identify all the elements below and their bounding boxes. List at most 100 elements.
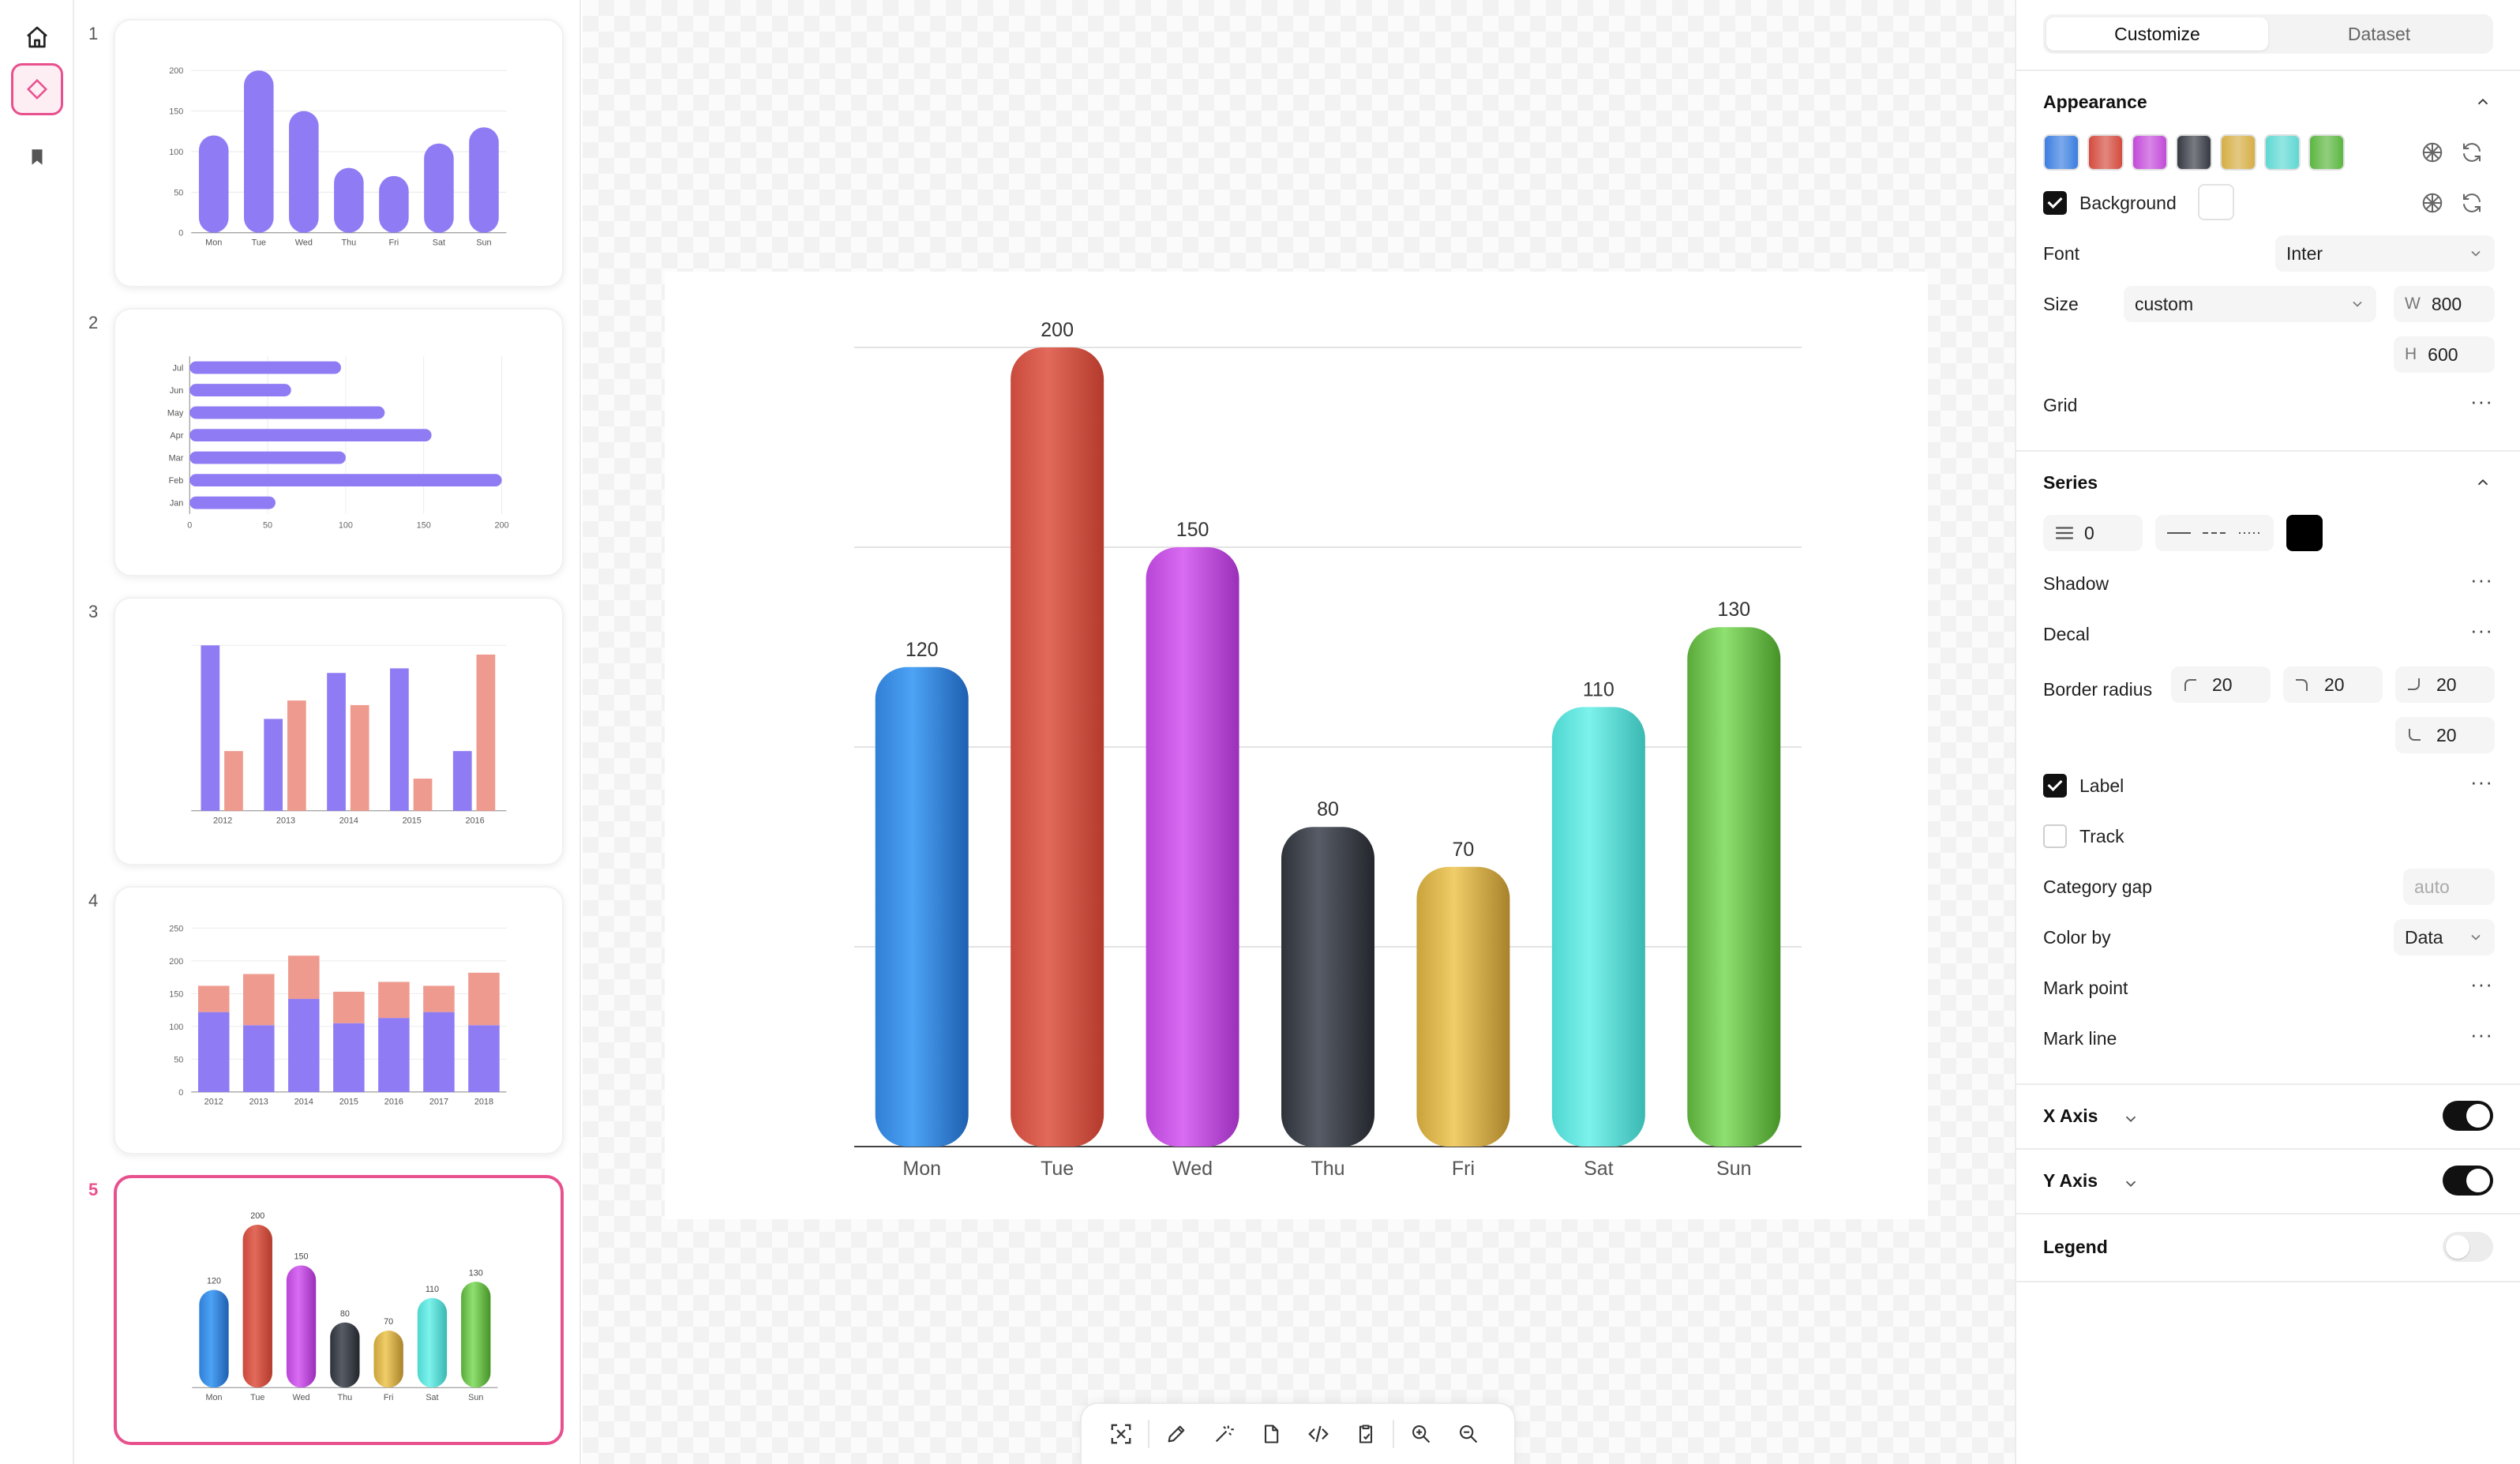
dashed-line-icon[interactable] bbox=[2202, 531, 2226, 535]
bar bbox=[189, 384, 291, 396]
x-tick-label: Tue bbox=[252, 238, 266, 248]
shadow-more-icon[interactable]: ··· bbox=[2470, 569, 2493, 590]
width-prefix: W bbox=[2405, 295, 2421, 313]
y-tick-label: 0 bbox=[178, 1088, 183, 1098]
pen-icon[interactable] bbox=[1153, 1412, 1200, 1456]
background-color-swatch[interactable] bbox=[2198, 184, 2234, 220]
y-axis-toggle[interactable] bbox=[2443, 1166, 2493, 1196]
thumbnail-3[interactable]: 2012 2013 2014 2015 2016 bbox=[114, 597, 564, 865]
mark-point-more-icon[interactable]: ··· bbox=[2470, 974, 2493, 994]
chart-thumbnail-list: 1 0 50 100 150 200 Mon Tue Wed Thu Fri Sat Sun 2 05… bbox=[76, 0, 581, 1464]
bar-series-a bbox=[201, 645, 220, 811]
size-select[interactable]: custom bbox=[2124, 286, 2376, 322]
width-input[interactable]: W 800 bbox=[2394, 286, 2495, 322]
height-input[interactable]: H 600 bbox=[2394, 336, 2495, 373]
bar bbox=[379, 175, 409, 233]
refresh-icon[interactable] bbox=[2458, 139, 2485, 166]
y-tick-label: 150 bbox=[169, 107, 183, 117]
thumbnail-4[interactable]: 0 50 100 150 200 250 2012 2013 2014 2015 2016 2017 2… bbox=[114, 886, 564, 1154]
x-axis-toggle[interactable] bbox=[2443, 1101, 2493, 1131]
tab-customize[interactable]: Customize bbox=[2046, 17, 2268, 51]
bar-bottom-segment bbox=[423, 1012, 455, 1092]
category-gap-input[interactable]: auto bbox=[2403, 869, 2495, 905]
radius-bottom-right-input[interactable]: 20 bbox=[2395, 666, 2495, 703]
color-swatch[interactable] bbox=[2220, 134, 2256, 171]
height-value: 600 bbox=[2428, 343, 2458, 365]
bar-bottom-segment bbox=[243, 1025, 275, 1092]
x-tick-label: Sat bbox=[426, 1393, 438, 1402]
bar-series-a bbox=[327, 673, 346, 811]
color-swatch[interactable] bbox=[2308, 134, 2345, 171]
left-rail bbox=[0, 0, 74, 1464]
home-icon[interactable] bbox=[11, 11, 63, 63]
legend-toggle[interactable] bbox=[2443, 1232, 2493, 1262]
chevron-down-icon[interactable] bbox=[2122, 1110, 2139, 1128]
line-width-input[interactable]: 0 bbox=[2043, 515, 2143, 551]
color-swatch[interactable] bbox=[2043, 134, 2079, 171]
solid-line-icon[interactable] bbox=[2167, 531, 2192, 535]
bar bbox=[199, 1289, 229, 1388]
zoom-out-icon[interactable] bbox=[1445, 1412, 1492, 1456]
label-more-icon[interactable]: ··· bbox=[2470, 771, 2493, 792]
label-checkbox[interactable] bbox=[2043, 774, 2067, 798]
radius-top-left-input[interactable]: 20 bbox=[2171, 666, 2271, 703]
x-axis-section-title[interactable]: X Axis bbox=[2043, 1106, 2098, 1127]
decal-more-icon[interactable]: ··· bbox=[2470, 620, 2493, 640]
radius-top-right-input[interactable]: 20 bbox=[2283, 666, 2383, 703]
tab-dataset[interactable]: Dataset bbox=[2268, 17, 2490, 51]
chart-card[interactable]: 120 Mon 200 Tue 150 Wed 80 Thu 70 Fri 110 Sat 130 Sun bbox=[665, 272, 1928, 1219]
bar-data-label: 150 bbox=[294, 1252, 309, 1262]
x-tick-label: Sun bbox=[1716, 1158, 1751, 1180]
color-swatch[interactable] bbox=[2264, 134, 2301, 171]
color-by-select[interactable]: Data bbox=[2394, 919, 2495, 955]
radius-bottom-left-input[interactable]: 20 bbox=[2395, 717, 2495, 753]
bottom-toolbar bbox=[1080, 1402, 1516, 1464]
magic-wand-icon[interactable] bbox=[1200, 1412, 1247, 1456]
y-tick-label: May bbox=[167, 409, 184, 419]
file-icon[interactable] bbox=[1247, 1412, 1295, 1456]
thumbnail-5[interactable]: 120 Mon 200 Tue 150 Wed 80 Thu 70 Fri 110 Sat 130 Sun bbox=[114, 1175, 564, 1445]
thumbnail-1[interactable]: 0 50 100 150 200 Mon Tue Wed Thu Fri Sat Sun bbox=[114, 19, 564, 287]
bar-data-label: 70 bbox=[1453, 839, 1475, 861]
line-style-selector[interactable] bbox=[2155, 515, 2274, 551]
select-icon[interactable] bbox=[1097, 1412, 1145, 1456]
chevron-up-icon[interactable] bbox=[2474, 93, 2492, 111]
chevron-up-icon[interactable] bbox=[2474, 474, 2492, 491]
color-swatch[interactable] bbox=[2176, 134, 2212, 171]
bar bbox=[469, 127, 499, 233]
code-icon[interactable] bbox=[1295, 1412, 1342, 1456]
color-swatch[interactable] bbox=[2087, 134, 2124, 171]
mark-line-more-icon[interactable]: ··· bbox=[2470, 1024, 2493, 1045]
palette-icon[interactable] bbox=[2419, 190, 2446, 216]
background-checkbox[interactable] bbox=[2043, 191, 2067, 215]
settings-panel: Customize Dataset Appearance Background … bbox=[2015, 0, 2520, 1464]
legend-section-title[interactable]: Legend bbox=[2043, 1237, 2108, 1258]
palette-icon[interactable] bbox=[2419, 139, 2446, 166]
bookmark-icon[interactable] bbox=[11, 131, 63, 183]
diamond-icon[interactable] bbox=[11, 63, 63, 115]
height-prefix: H bbox=[2405, 345, 2417, 363]
divider bbox=[2016, 1281, 2520, 1282]
track-checkbox[interactable] bbox=[2043, 824, 2067, 848]
grid-more-icon[interactable]: ··· bbox=[2470, 391, 2493, 411]
chevron-down-icon[interactable] bbox=[2122, 1175, 2139, 1192]
series-section-title[interactable]: Series bbox=[2043, 472, 2098, 494]
radius-value: 20 bbox=[2436, 674, 2457, 695]
bar-data-label: 200 bbox=[250, 1211, 264, 1221]
bar-top-segment bbox=[333, 991, 365, 1023]
bar bbox=[198, 135, 229, 233]
refresh-icon[interactable] bbox=[2458, 190, 2485, 216]
color-by-value: Data bbox=[2405, 926, 2443, 948]
y-axis-section-title[interactable]: Y Axis bbox=[2043, 1170, 2098, 1192]
dotted-line-icon[interactable] bbox=[2238, 531, 2262, 535]
bar-series-b bbox=[476, 654, 496, 811]
zoom-in-icon[interactable] bbox=[1397, 1412, 1445, 1456]
appearance-section-title[interactable]: Appearance bbox=[2043, 92, 2147, 113]
thumbnail-2[interactable]: 0 50 100 150 200 Jan Feb Mar Apr May Jun Jul bbox=[114, 308, 564, 576]
x-tick-label: 200 bbox=[494, 521, 508, 531]
line-color-swatch[interactable] bbox=[2286, 515, 2323, 551]
color-swatch[interactable] bbox=[2132, 134, 2168, 171]
bar-data-label: 120 bbox=[906, 639, 939, 661]
clipboard-icon[interactable] bbox=[1342, 1412, 1389, 1456]
font-select[interactable]: Inter bbox=[2275, 235, 2495, 272]
